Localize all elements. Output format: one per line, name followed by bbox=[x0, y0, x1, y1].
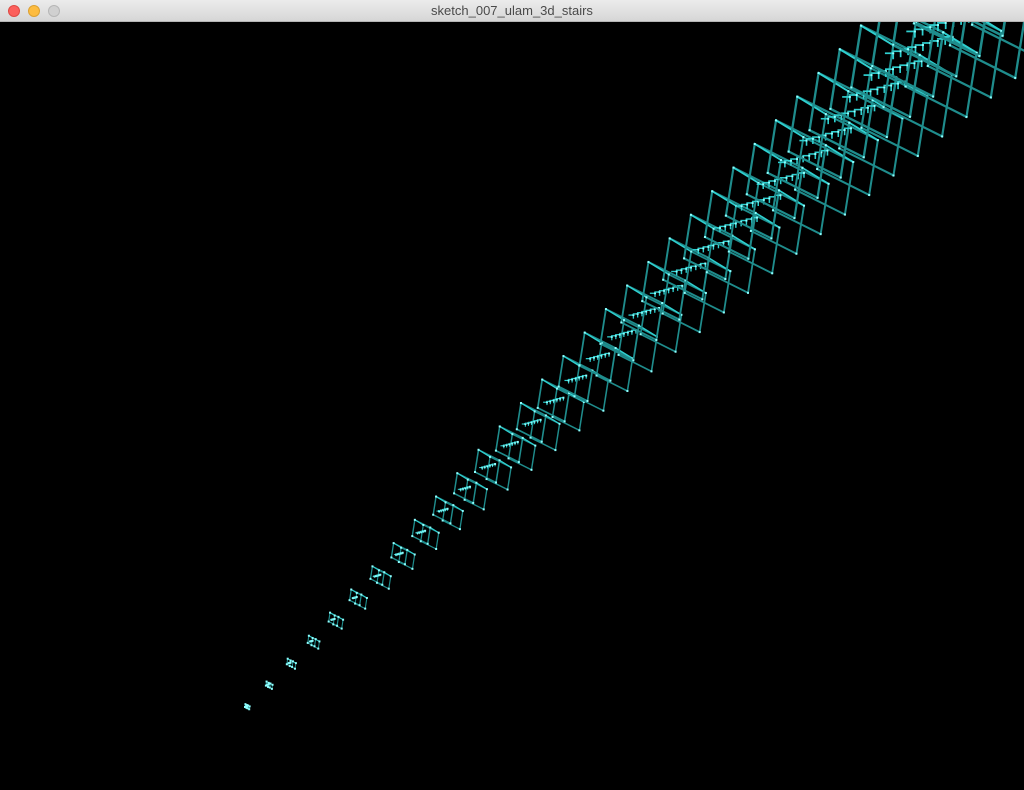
sketch-canvas[interactable] bbox=[0, 22, 1024, 790]
title-bar[interactable]: sketch_007_ulam_3d_stairs bbox=[0, 0, 1024, 22]
ulam-stairs-render bbox=[244, 22, 1024, 711]
app-window: sketch_007_ulam_3d_stairs bbox=[0, 0, 1024, 790]
stair-frames bbox=[244, 22, 1024, 711]
window-title: sketch_007_ulam_3d_stairs bbox=[431, 3, 593, 18]
